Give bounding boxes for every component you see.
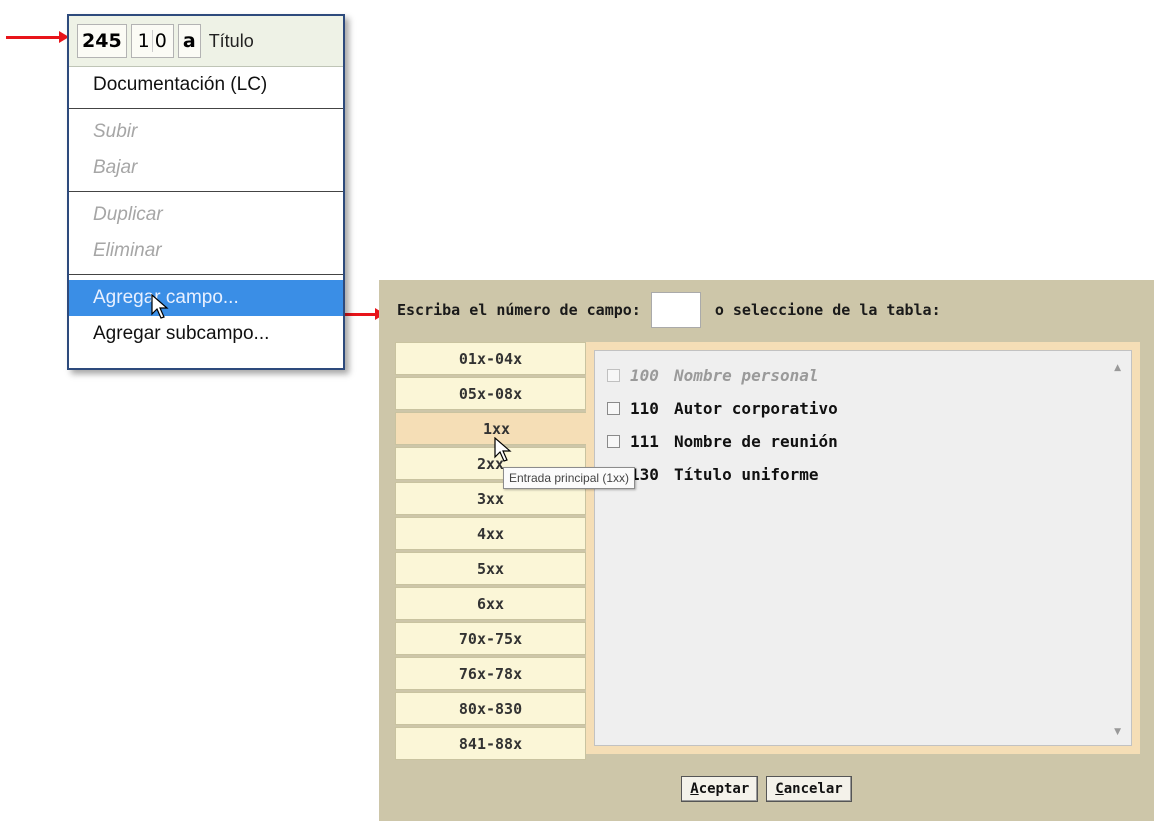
field-tag[interactable]: 245 [77, 24, 127, 58]
field-code: 100 [630, 366, 659, 385]
range-tab-01x-04x[interactable]: 01x-04x [395, 342, 586, 375]
menu-item-documentation[interactable]: Documentación (LC) [69, 67, 343, 103]
menu-item-move-down[interactable]: Bajar [69, 150, 343, 186]
checkbox-icon[interactable] [607, 435, 620, 448]
annotation-arrow-icon [6, 31, 69, 43]
field-option-100: 100 Nombre personal [595, 359, 1131, 392]
field-label: Nombre de reunión [674, 432, 838, 451]
field-code: 110 [630, 399, 659, 418]
menu-separator [69, 108, 343, 109]
field-range-tabs: 01x-04x 05x-08x 1xx 2xx 3xx 4xx 5xx 6xx … [395, 342, 597, 762]
menu-item-add-subfield[interactable]: Agregar subcampo... [69, 316, 343, 352]
field-option-110[interactable]: 110 Autor corporativo [595, 392, 1131, 425]
field-title: Título [208, 30, 254, 51]
range-tab-80x-830[interactable]: 80x-830 [395, 692, 586, 725]
add-field-dialog: Escriba el número de campo: o seleccione… [379, 280, 1154, 821]
fields-list[interactable]: 100 Nombre personal 110 Autor corporativ… [594, 350, 1132, 746]
menu-item-duplicate[interactable]: Duplicar [69, 197, 343, 233]
field-context-menu: 245 10 a Título Documentación (LC) Subir… [67, 14, 345, 370]
field-label: Autor corporativo [674, 399, 838, 418]
range-tab-5xx[interactable]: 5xx [395, 552, 586, 585]
range-tab-4xx[interactable]: 4xx [395, 517, 586, 550]
field-number-input[interactable] [650, 292, 701, 328]
scroll-up-icon[interactable]: ▲ [1114, 363, 1121, 373]
field-option-111[interactable]: 111 Nombre de reunión [595, 425, 1131, 458]
accept-button[interactable]: Aceptar [681, 776, 759, 802]
fields-panel: 100 Nombre personal 110 Autor corporativ… [586, 342, 1140, 754]
range-tooltip: Entrada principal (1xx) [503, 467, 636, 489]
prompt-suffix: o seleccione de la tabla: [714, 301, 941, 319]
field-option-130[interactable]: 130 Título uniforme [595, 458, 1131, 491]
dialog-buttons: Aceptar Cancelar [379, 776, 1154, 802]
subfield-code[interactable]: a [177, 24, 201, 58]
field-header: 245 10 a Título [69, 16, 343, 67]
cancel-button[interactable]: Cancelar [766, 776, 852, 802]
indicator-2[interactable]: 0 [151, 30, 169, 52]
menu-item-delete[interactable]: Eliminar [69, 233, 343, 269]
mouse-cursor-icon [151, 294, 169, 319]
field-label: Título uniforme [674, 465, 819, 484]
mouse-cursor-icon [494, 437, 512, 462]
range-tab-6xx[interactable]: 6xx [395, 587, 586, 620]
menu-item-move-up[interactable]: Subir [69, 114, 343, 150]
prompt-prefix: Escriba el número de campo: [397, 301, 641, 319]
menu-separator [69, 191, 343, 192]
field-indicators[interactable]: 10 [130, 24, 174, 58]
range-tab-70x-75x[interactable]: 70x-75x [395, 622, 586, 655]
field-prompt: Escriba el número de campo: o seleccione… [379, 280, 1154, 340]
menu-separator [69, 274, 343, 275]
range-tab-05x-08x[interactable]: 05x-08x [395, 377, 586, 410]
indicator-1[interactable]: 1 [136, 30, 152, 52]
field-code: 111 [630, 432, 659, 451]
range-tab-76x-78x[interactable]: 76x-78x [395, 657, 586, 690]
checkbox-icon[interactable] [607, 402, 620, 415]
menu-item-add-field[interactable]: Agregar campo... [69, 280, 343, 316]
checkbox-icon [607, 369, 620, 382]
range-tab-841-88x[interactable]: 841-88x [395, 727, 586, 760]
scroll-down-icon[interactable]: ▼ [1114, 727, 1121, 737]
field-label: Nombre personal [674, 366, 819, 385]
field-code: 130 [630, 465, 659, 484]
